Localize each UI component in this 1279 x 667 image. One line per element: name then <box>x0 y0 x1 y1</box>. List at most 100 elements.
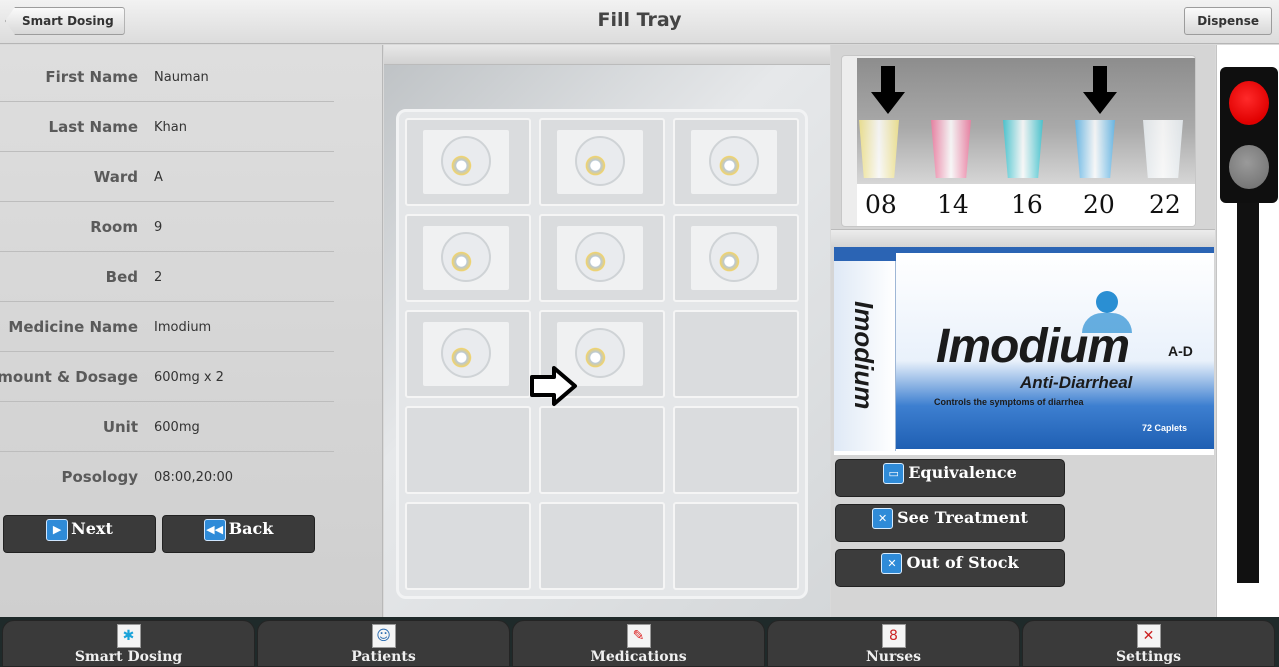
box-subtitle: Anti-Diarrheal <box>1020 373 1133 392</box>
back-button[interactable]: ◀◀ Back <box>162 515 315 553</box>
field-value: 600mg <box>154 420 200 435</box>
cups-schedule-image: 08 14 16 20 22 <box>841 55 1196 227</box>
see-treatment-label: See Treatment <box>897 508 1028 527</box>
tray-cell-empty <box>405 502 531 590</box>
tab-patients[interactable]: ☺ Patients <box>257 620 510 667</box>
page-title: Fill Tray <box>597 9 682 31</box>
field-value: 2 <box>154 270 163 285</box>
tray-cell-empty <box>405 406 531 494</box>
medicine-cup <box>859 120 899 178</box>
field-unit: Unit 600mg <box>0 402 334 452</box>
cup-label: 22 <box>1149 190 1181 219</box>
field-label: Last Name <box>48 118 138 136</box>
box-brand: Imodium <box>936 320 1130 373</box>
red-lamp <box>1229 81 1269 125</box>
tray-cell-empty <box>539 406 665 494</box>
tab-settings[interactable]: ✕ Settings <box>1022 620 1275 667</box>
field-label: Amount & Dosage <box>0 368 138 386</box>
equivalence-button[interactable]: ▭ Equivalence <box>835 459 1065 497</box>
field-label: Unit <box>102 418 138 436</box>
field-value: 600mg x 2 <box>154 370 224 385</box>
cup-label: 14 <box>937 190 969 219</box>
tab-label: Smart Dosing <box>74 649 183 665</box>
patients-icon: ☺ <box>371 624 396 648</box>
play-icon: ▶ <box>46 518 69 541</box>
rewind-icon: ◀◀ <box>203 518 226 541</box>
field-value: Imodium <box>154 320 212 335</box>
tray-cell-filled <box>539 214 665 302</box>
tray-cell-filled <box>539 118 665 206</box>
back-label: Back <box>228 519 274 538</box>
equivalence-icon: ▭ <box>883 463 905 484</box>
field-value: 08:00,20:00 <box>154 470 234 485</box>
field-label: First Name <box>45 68 138 86</box>
field-posology: Posology 08:00,20:00 <box>0 452 334 502</box>
field-label: Bed <box>105 268 138 286</box>
medicine-cup <box>1075 120 1115 178</box>
info-column: 08 14 16 20 22 Imodium Imodium A-D Anti-… <box>831 45 1215 617</box>
field-first-name: First Name Nauman <box>0 52 334 102</box>
treatment-icon: ✕ <box>872 508 894 529</box>
traffic-light-icon <box>1220 67 1278 203</box>
medications-icon: ✎ <box>626 624 651 648</box>
cup-labels: 08 14 16 20 22 <box>857 184 1195 226</box>
cups-photo <box>857 58 1195 184</box>
out-of-stock-label: Out of Stock <box>906 553 1019 572</box>
smart-dosing-icon: ✱ <box>116 624 141 648</box>
tray-cell-empty <box>673 502 799 590</box>
dispense-button[interactable]: Dispense <box>1184 7 1272 35</box>
next-label: Next <box>71 519 113 538</box>
field-label: Room <box>90 218 138 236</box>
pill-tray-grid <box>396 109 808 599</box>
medicine-cup <box>1003 120 1043 178</box>
header-bar: Smart Dosing Fill Tray Dispense <box>0 0 1279 44</box>
tray-cell-filled <box>673 118 799 206</box>
out-of-stock-icon: ✕ <box>881 553 903 574</box>
bottom-tab-bar: ✱ Smart Dosing ☺ Patients ✎ Medications … <box>0 617 1279 667</box>
tab-smart-dosing[interactable]: ✱ Smart Dosing <box>2 620 255 667</box>
field-value: 9 <box>154 220 163 235</box>
nurses-icon: 8 <box>881 624 906 648</box>
tray-cell-empty <box>673 406 799 494</box>
tray-cell-filled <box>405 214 531 302</box>
tab-medications[interactable]: ✎ Medications <box>512 620 765 667</box>
next-button[interactable]: ▶ Next <box>3 515 156 553</box>
tab-label: Settings <box>1115 649 1182 665</box>
smart-dosing-back-button[interactable]: Smart Dosing <box>5 7 125 35</box>
tab-label: Nurses <box>865 649 922 665</box>
box-ad: A-D <box>1168 343 1193 359</box>
field-ward: Ward A <box>0 152 334 202</box>
box-controls-text: Controls the symptoms of diarrhea <box>934 397 1084 407</box>
field-bed: Bed 2 <box>0 252 334 302</box>
medicine-header-strip <box>831 229 1215 247</box>
down-arrow-icon <box>1083 66 1117 114</box>
tab-label: Patients <box>351 649 416 665</box>
field-label: Posology <box>61 468 139 486</box>
field-value: A <box>154 170 163 185</box>
tray-cell-empty <box>539 502 665 590</box>
box-count: 72 Caplets <box>1142 423 1188 433</box>
settings-icon: ✕ <box>1136 624 1161 648</box>
tab-nurses[interactable]: 8 Nurses <box>767 620 1020 667</box>
see-treatment-button[interactable]: ✕ See Treatment <box>835 504 1065 542</box>
field-amount-dosage: Amount & Dosage 600mg x 2 <box>0 352 334 402</box>
medicine-cup <box>1143 120 1183 178</box>
field-label: Medicine Name <box>8 318 138 336</box>
cup-label: 20 <box>1083 190 1115 219</box>
cup-label: 08 <box>865 190 897 219</box>
medicine-box-image: Imodium Imodium A-D Anti-Diarrheal Contr… <box>834 247 1214 455</box>
out-of-stock-button[interactable]: ✕ Out of Stock <box>835 549 1065 587</box>
field-value: Nauman <box>154 70 209 85</box>
tray-cell-filled <box>673 214 799 302</box>
field-medicine-name: Medicine Name Imodium <box>0 302 334 352</box>
field-value: Khan <box>154 120 187 135</box>
box-side-brand: Imodium <box>849 301 879 410</box>
field-label: Ward <box>93 168 138 186</box>
tray-cell-empty <box>673 310 799 398</box>
tray-cell-filled <box>405 118 531 206</box>
field-last-name: Last Name Khan <box>0 102 334 152</box>
patient-info-panel: First Name Nauman Last Name Khan Ward A … <box>0 45 383 617</box>
tray-image <box>384 65 830 617</box>
figure-logo <box>1096 291 1118 313</box>
field-room: Room 9 <box>0 202 334 252</box>
